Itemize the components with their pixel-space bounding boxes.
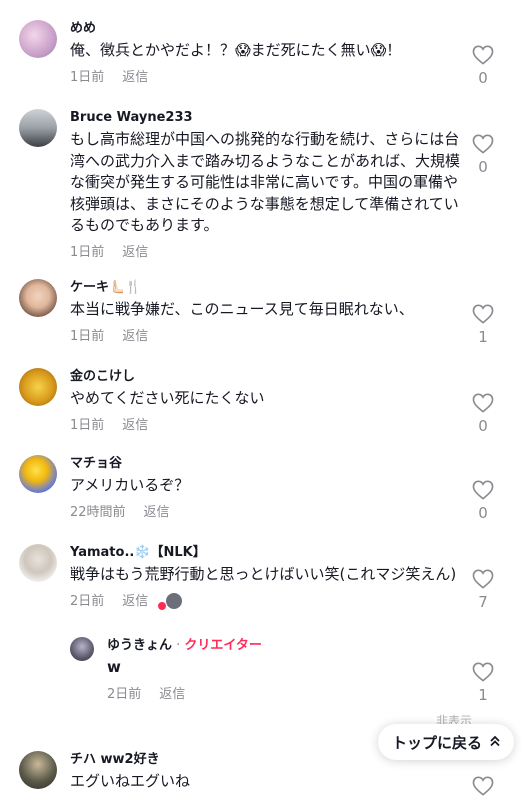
like-count: 0 xyxy=(478,417,488,435)
like-button[interactable]: 0 xyxy=(471,480,495,522)
reply-button[interactable]: 返信 xyxy=(159,687,185,702)
reply-button[interactable]: 返信 xyxy=(122,245,148,260)
comment-time: 1日前 xyxy=(70,244,105,260)
like-count: 0 xyxy=(478,158,488,176)
comment-text: 戦争はもう荒野行動と思っとけばいい笑(これマジ笑えん) xyxy=(70,565,457,583)
comment-meta: 1日前 返信 xyxy=(70,69,460,87)
like-button[interactable]: 7 xyxy=(471,569,495,611)
heart-icon xyxy=(472,776,494,796)
like-count: 1 xyxy=(478,686,488,704)
comment-author[interactable]: めめ xyxy=(70,20,460,38)
avatar[interactable] xyxy=(70,637,94,661)
reply-time: 2日前 xyxy=(107,686,142,702)
reply-author-name[interactable]: ゆうきょん xyxy=(107,638,172,653)
back-to-top-label: トップに戻る xyxy=(391,733,482,752)
avatar[interactable] xyxy=(19,279,57,317)
comment-text: アメリカいるぞ？ xyxy=(70,476,190,494)
comment-author[interactable]: マチョ谷 xyxy=(70,455,460,473)
avatar[interactable] xyxy=(19,751,57,789)
heart-icon xyxy=(472,480,494,500)
comment-text: やめてください死にたくない xyxy=(70,389,265,407)
comment-time: 1日前 xyxy=(70,69,105,85)
creator-liked-avatar xyxy=(157,593,183,611)
comment-time: 22時間前 xyxy=(70,504,126,520)
creator-badge: クリエイター xyxy=(184,638,262,653)
comment-author[interactable]: Bruce Wayne233 xyxy=(70,109,460,127)
comment-author[interactable]: ケーキ🫷🏻🍴 xyxy=(70,279,460,297)
comment-meta: 1日前 返信 xyxy=(70,328,460,346)
comment-time: 1日前 xyxy=(70,328,105,344)
chevrons-up-icon xyxy=(490,735,500,750)
comment-text: 俺、徴兵とかやだよ！？😱まだ死にたく無い😱！ xyxy=(70,41,402,59)
reply-author[interactable]: ゆうきょん · クリエイター xyxy=(107,637,467,655)
comment-time: 2日前 xyxy=(70,593,105,609)
heart-icon xyxy=(472,662,494,682)
reply-button[interactable]: 返信 xyxy=(144,505,170,520)
comment-meta: 2日前 返信 xyxy=(70,593,460,611)
avatar[interactable] xyxy=(19,544,57,582)
reply-button[interactable]: 返信 xyxy=(122,418,148,433)
comment-text: もし高市総理が中国への挑発的な行動を続け、さらには台湾への武力介入まで踏み切るよ… xyxy=(70,130,461,234)
reply-button[interactable]: 返信 xyxy=(122,594,148,609)
heart-icon xyxy=(157,601,168,611)
like-count: 7 xyxy=(478,593,488,611)
avatar[interactable] xyxy=(19,20,57,58)
like-count: 0 xyxy=(478,69,488,87)
avatar[interactable] xyxy=(19,109,57,147)
heart-icon xyxy=(472,304,494,324)
comment-text: エグいねエグいね xyxy=(70,772,191,790)
comment-meta: 22時間前 返信 xyxy=(70,504,460,522)
like-button[interactable]: 0 xyxy=(471,393,495,435)
reply-button[interactable]: 返信 xyxy=(122,70,148,85)
reply-text: w xyxy=(107,658,121,676)
like-button[interactable]: 0 xyxy=(471,134,495,176)
heart-icon xyxy=(472,45,494,65)
reply-meta: 2日前 返信 xyxy=(107,686,467,704)
heart-icon xyxy=(472,134,494,154)
avatar[interactable] xyxy=(19,368,57,406)
heart-icon xyxy=(472,569,494,589)
reply-button[interactable]: 返信 xyxy=(122,329,148,344)
back-to-top-button[interactable]: トップに戻る xyxy=(378,724,514,760)
avatar[interactable] xyxy=(19,455,57,493)
comment-time: 1日前 xyxy=(70,417,105,433)
comment-author[interactable]: Yamato..❄️【NLK】 xyxy=(70,544,460,562)
comment-text: 本当に戦争嫌だ、このニュース見て毎日眠れない、 xyxy=(70,300,414,318)
like-count: 1 xyxy=(478,328,488,346)
comment-meta: 1日前 返信 xyxy=(70,417,460,435)
like-button[interactable]: 0 xyxy=(471,45,495,87)
like-button[interactable] xyxy=(471,776,495,796)
comment-meta: 1日前 返信 xyxy=(70,244,460,262)
like-count: 0 xyxy=(478,504,488,522)
comment-author[interactable]: 金のこけし xyxy=(70,368,460,386)
like-button[interactable]: 1 xyxy=(471,304,495,346)
like-button[interactable]: 1 xyxy=(471,662,495,704)
heart-icon xyxy=(472,393,494,413)
author-separator: · xyxy=(172,638,185,653)
